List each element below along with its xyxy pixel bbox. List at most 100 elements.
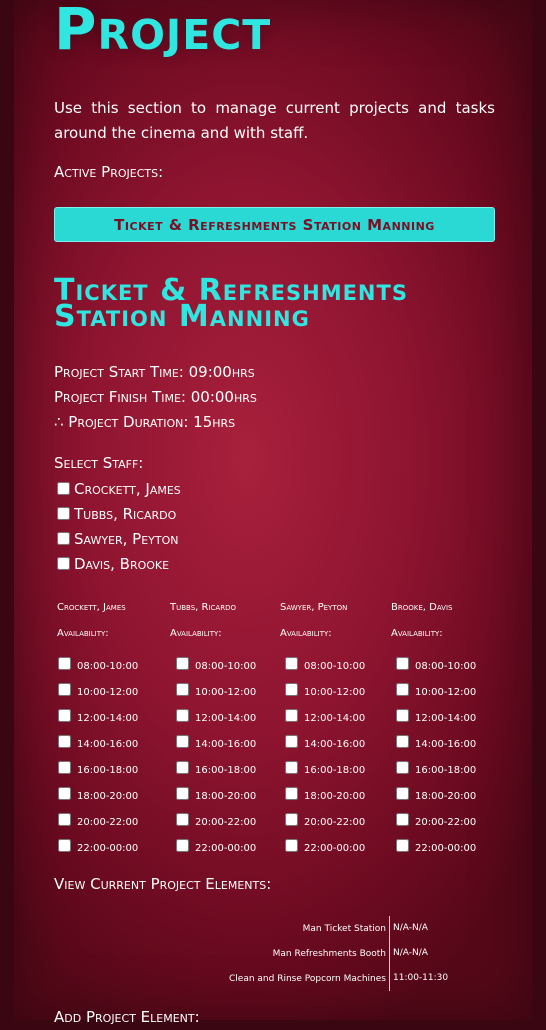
slot-label: 12:00-14:00 [195,712,257,724]
slot-label: 22:00-00:00 [415,842,477,854]
availability-column-crockett: Crockett, James Availability: 08:00-10:0… [57,598,138,858]
availability-slot[interactable]: 20:00-22:00 [54,806,138,832]
slot-checkbox[interactable] [176,734,189,748]
availability-slot[interactable]: 12:00-14:00 [172,702,256,728]
availability-slot[interactable]: 14:00-16:00 [172,728,256,754]
slot-label: 20:00-22:00 [415,816,477,828]
staff-option-crockett[interactable]: Crockett, James [54,476,181,501]
slot-checkbox[interactable] [285,734,298,748]
slot-checkbox[interactable] [58,734,71,748]
slot-label: 14:00-16:00 [304,738,366,750]
slot-checkbox[interactable] [396,656,409,670]
availability-slot[interactable]: 22:00-00:00 [392,832,476,858]
slot-checkbox[interactable] [58,786,71,800]
slot-label: 22:00-00:00 [304,842,366,854]
slot-checkbox[interactable] [396,812,409,826]
slot-checkbox[interactable] [285,760,298,774]
availability-slot[interactable]: 22:00-00:00 [281,832,365,858]
availability-label: Availability: [57,628,109,639]
availability-slot[interactable]: 16:00-18:00 [54,754,138,780]
slot-checkbox[interactable] [58,708,71,722]
staff-checkbox[interactable] [57,557,70,570]
availability-slot[interactable]: 18:00-20:00 [281,780,365,806]
availability-slot[interactable]: 08:00-10:00 [392,650,476,676]
slot-label: 18:00-20:00 [415,790,477,802]
staff-option-davis[interactable]: Davis, Brooke [54,551,169,576]
slot-checkbox[interactable] [285,708,298,722]
staff-name: Crockett, James [74,479,181,498]
availability-slot[interactable]: 12:00-14:00 [392,702,476,728]
availability-staff-name: Brooke, Davis [391,602,453,613]
availability-slot[interactable]: 12:00-14:00 [281,702,365,728]
availability-slot[interactable]: 10:00-12:00 [392,676,476,702]
availability-slot[interactable]: 22:00-00:00 [172,832,256,858]
slot-label: 18:00-20:00 [195,790,257,802]
slot-label: 10:00-12:00 [195,686,257,698]
project-finish-time: Project Finish Time: 00:00hrs [54,388,257,406]
availability-slot[interactable]: 16:00-18:00 [172,754,256,780]
availability-slot[interactable]: 08:00-10:00 [281,650,365,676]
slot-label: 20:00-22:00 [304,816,366,828]
intro-text: Use this section to manage current proje… [54,99,495,142]
slot-checkbox[interactable] [396,760,409,774]
slot-checkbox[interactable] [396,682,409,696]
slot-checkbox[interactable] [396,786,409,800]
slot-checkbox[interactable] [285,682,298,696]
availability-label: Availability: [280,628,332,639]
slot-label: 12:00-14:00 [304,712,366,724]
availability-slot[interactable]: 12:00-14:00 [54,702,138,728]
slot-checkbox[interactable] [58,656,71,670]
availability-slot[interactable]: 08:00-10:00 [54,650,138,676]
availability-slot[interactable]: 14:00-16:00 [392,728,476,754]
availability-slot[interactable]: 18:00-20:00 [172,780,256,806]
availability-slot[interactable]: 10:00-12:00 [281,676,365,702]
slot-checkbox[interactable] [58,812,71,826]
availability-slot[interactable]: 18:00-20:00 [392,780,476,806]
slot-checkbox[interactable] [396,734,409,748]
slot-label: 20:00-22:00 [77,816,139,828]
slot-checkbox[interactable] [396,838,409,852]
availability-slot[interactable]: 18:00-20:00 [54,780,138,806]
availability-slot[interactable]: 16:00-18:00 [281,754,365,780]
availability-slot[interactable]: 10:00-12:00 [54,676,138,702]
active-project-button[interactable]: Ticket & Refreshments Station Manning [54,207,495,242]
page-title: Project [54,0,272,63]
availability-slot[interactable]: 20:00-22:00 [172,806,256,832]
slot-checkbox[interactable] [176,760,189,774]
availability-slot[interactable]: 20:00-22:00 [392,806,476,832]
staff-option-tubbs[interactable]: Tubbs, Ricardo [54,501,176,526]
slot-checkbox[interactable] [176,838,189,852]
slot-checkbox[interactable] [285,656,298,670]
staff-option-sawyer[interactable]: Sawyer, Peyton [54,526,179,551]
slot-checkbox[interactable] [176,682,189,696]
availability-slot[interactable]: 16:00-18:00 [392,754,476,780]
project-elements-table: Man Ticket Station N/A-N/A Man Refreshme… [229,916,448,991]
availability-slot[interactable]: 14:00-16:00 [281,728,365,754]
availability-slot[interactable]: 08:00-10:00 [172,650,256,676]
availability-slot[interactable]: 20:00-22:00 [281,806,365,832]
slot-checkbox[interactable] [176,812,189,826]
staff-checkbox[interactable] [57,482,70,495]
availability-slot[interactable]: 22:00-00:00 [54,832,138,858]
slot-checkbox[interactable] [58,838,71,852]
staff-name: Davis, Brooke [74,554,170,573]
availability-slot[interactable]: 14:00-16:00 [54,728,138,754]
slot-label: 16:00-18:00 [304,764,366,776]
slot-checkbox[interactable] [285,838,298,852]
slot-checkbox[interactable] [176,656,189,670]
availability-label: Availability: [391,628,443,639]
add-element-label: Add Project Element: [54,1008,200,1026]
slot-checkbox[interactable] [396,708,409,722]
slot-checkbox[interactable] [285,786,298,800]
slot-checkbox[interactable] [176,708,189,722]
slot-checkbox[interactable] [58,760,71,774]
slot-checkbox[interactable] [58,682,71,696]
slot-checkbox[interactable] [285,812,298,826]
availability-slot[interactable]: 10:00-12:00 [172,676,256,702]
availability-column-tubbs: Tubbs, Ricardo Availability: 08:00-10:00… [170,598,256,858]
staff-checkbox[interactable] [57,532,70,545]
element-name: Man Refreshments Booth [272,948,386,959]
slot-checkbox[interactable] [176,786,189,800]
staff-checkbox[interactable] [57,507,70,520]
project-title-line2: Station Manning [54,299,310,334]
